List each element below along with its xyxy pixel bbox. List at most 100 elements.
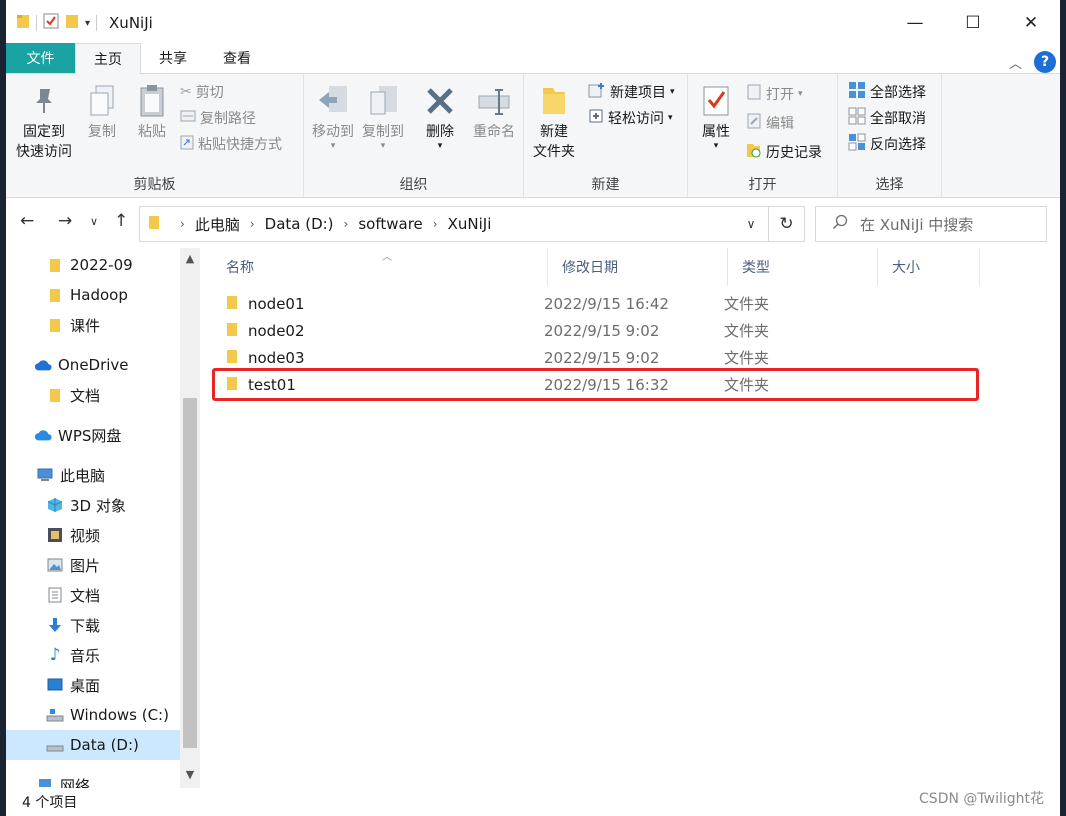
invert-selection-button[interactable]: 反向选择 (848, 132, 926, 156)
delete-button[interactable]: 删除 ▾ (420, 82, 460, 151)
clipboard-group-label: 剪贴板 (133, 177, 176, 193)
nav-item-onedrive[interactable]: OneDrive (34, 350, 129, 380)
nav-item-data-d[interactable]: Data (D:) (6, 730, 180, 760)
edit-button[interactable]: 编辑 (746, 111, 794, 135)
recent-locations-button[interactable]: ∨ (90, 215, 98, 228)
file-row[interactable]: node03 2022/9/15 9:02 文件夹 (226, 344, 976, 371)
back-button[interactable]: ← (20, 211, 34, 231)
copy-button[interactable]: 复制 (80, 82, 124, 142)
file-row[interactable]: node02 2022/9/15 9:02 文件夹 (226, 317, 976, 344)
folder-icon (46, 386, 64, 404)
history-button[interactable]: 历史记录 (746, 140, 822, 164)
cut-button[interactable]: ✂ 剪切 (180, 80, 224, 104)
properties-icon[interactable] (43, 13, 59, 33)
customize-toolbar-icon[interactable]: ▾ (85, 18, 90, 29)
nav-item-3d-objects[interactable]: 3D 对象 (46, 490, 126, 520)
organize-group: 移动到 ▾ 复制到 ▾ 删除 ▾ 重命名 组织 (304, 74, 524, 198)
nav-item-onedrive-documents[interactable]: 文档 (46, 380, 100, 410)
file-name: node01 (248, 294, 305, 313)
explorer-window: ▾ XuNiJi — ☐ ✕ 文件 主页 共享 查看 ︿ ? 固定到 快速访问 … (6, 0, 1060, 816)
properties-button[interactable]: 属性 ▾ (694, 82, 738, 151)
tab-share[interactable]: 共享 (141, 43, 205, 73)
collapse-ribbon-icon[interactable]: ︿ (1009, 53, 1022, 72)
breadcrumb-xuniji[interactable]: XuNiJi (448, 215, 492, 233)
file-date: 2022/9/15 9:02 (544, 321, 660, 340)
select-all-button[interactable]: 全部选择 (848, 80, 926, 104)
nav-item-this-pc[interactable]: 此电脑 (36, 460, 105, 490)
breadcrumb-data-drive[interactable]: Data (D:) (265, 215, 334, 233)
select-none-button[interactable]: 全部取消 (848, 106, 926, 130)
nav-item-downloads[interactable]: 下载 (46, 610, 100, 640)
search-input[interactable]: 在 XuNiJi 中搜索 (815, 206, 1047, 242)
column-header-name[interactable]: 名称 (212, 248, 548, 286)
paste-button[interactable]: 粘贴 (130, 82, 174, 142)
scrollbar-thumb[interactable] (183, 398, 197, 748)
folder-icon (226, 348, 238, 368)
copy-to-button[interactable]: 复制到 ▾ (360, 82, 406, 151)
rename-button[interactable]: 重命名 (468, 82, 520, 142)
ribbon-tabs: 文件 主页 共享 查看 ︿ ? (6, 43, 1060, 74)
up-button[interactable]: ↑ (114, 211, 128, 231)
copy-path-button[interactable]: 复制路径 (180, 106, 256, 130)
new-folder-icon[interactable] (65, 13, 79, 33)
scroll-down-icon[interactable]: ▼ (180, 768, 200, 781)
help-icon[interactable]: ? (1034, 51, 1056, 73)
pin-quick-access-button[interactable]: 固定到 快速访问 (10, 82, 78, 162)
maximize-button[interactable]: ☐ (944, 0, 1002, 46)
tab-view[interactable]: 查看 (205, 43, 269, 73)
open-button[interactable]: 打开 ▾ (746, 82, 803, 106)
drive-icon (46, 706, 64, 724)
nav-scrollbar[interactable]: ▲ ▼ (180, 248, 200, 788)
breadcrumb-this-pc[interactable]: 此电脑 (195, 214, 240, 235)
cloud-icon (34, 356, 52, 374)
status-item-count: 4 个项目 (22, 795, 78, 811)
nav-item-pictures[interactable]: 图片 (46, 550, 100, 580)
navigation-pane: 2022-09 Hadoop 课件 OneDrive 文档 WPS网盘 此电脑 (6, 248, 202, 788)
folder-icon (226, 321, 238, 341)
tab-home[interactable]: 主页 (75, 43, 141, 74)
column-header-type[interactable]: 类型 (728, 248, 878, 286)
nav-item-wps-drive[interactable]: WPS网盘 (34, 420, 121, 450)
folder-icon (46, 256, 64, 274)
refresh-icon[interactable]: ↻ (768, 207, 804, 241)
new-item-button[interactable]: 新建项目 ▾ (588, 80, 675, 104)
tab-file[interactable]: 文件 (6, 43, 75, 73)
address-bar[interactable]: › 此电脑 › Data (D:) › software › XuNiJi ∨ … (139, 206, 805, 242)
select-all-icon (848, 81, 866, 103)
nav-item-2022-09[interactable]: 2022-09 (46, 250, 133, 280)
select-group: 全部选择 全部取消 反向选择 选择 (838, 74, 942, 198)
column-header-date[interactable]: 修改日期 (548, 248, 728, 286)
nav-item-network[interactable]: 网络 (36, 770, 90, 788)
paste-icon (134, 82, 170, 120)
nav-item-music[interactable]: ♪ 音乐 (46, 640, 100, 670)
nav-item-videos[interactable]: 视频 (46, 520, 100, 550)
nav-item-hadoop[interactable]: Hadoop (46, 280, 128, 310)
file-row[interactable]: node01 2022/9/15 16:42 文件夹 (226, 290, 976, 317)
scissors-icon: ✂ (180, 84, 192, 100)
paste-label: 粘贴 (138, 124, 166, 140)
address-dropdown-icon[interactable]: ∨ (734, 217, 768, 231)
column-header-size[interactable]: 大小 (878, 248, 980, 286)
forward-button[interactable]: → (58, 211, 72, 231)
close-button[interactable]: ✕ (1002, 0, 1060, 46)
easy-access-button[interactable]: 轻松访问 ▾ (588, 106, 673, 130)
file-type: 文件夹 (724, 322, 770, 340)
quick-access-toolbar: ▾ (16, 13, 98, 33)
nav-item-documents[interactable]: 文档 (46, 580, 100, 610)
open-group-label: 打开 (748, 177, 777, 193)
scroll-up-icon[interactable]: ▲ (180, 252, 200, 265)
minimize-button[interactable]: — (886, 0, 944, 46)
new-folder-button[interactable]: 新建 文件夹 (528, 82, 580, 162)
address-row: ← → ∨ ↑ › 此电脑 › Data (D:) › software › X… (6, 203, 1060, 243)
folder-icon (46, 286, 64, 304)
move-to-button[interactable]: 移动到 ▾ (310, 82, 356, 151)
file-list: ︿ 名称 修改日期 类型 大小 node01 2022/9/15 16:42 文… (212, 248, 1060, 788)
nav-item-courseware[interactable]: 课件 (46, 310, 100, 340)
organize-group-label: 组织 (399, 177, 428, 193)
new-group: 新建 文件夹 新建项目 ▾ 轻松访问 ▾ 新建 (524, 74, 688, 198)
nav-item-windows-c[interactable]: Windows (C:) (46, 700, 169, 730)
paste-shortcut-button[interactable]: 粘贴快捷方式 (180, 132, 282, 156)
breadcrumb-software[interactable]: software (358, 215, 422, 233)
document-icon (46, 586, 64, 604)
nav-item-desktop[interactable]: 桌面 (46, 670, 100, 700)
